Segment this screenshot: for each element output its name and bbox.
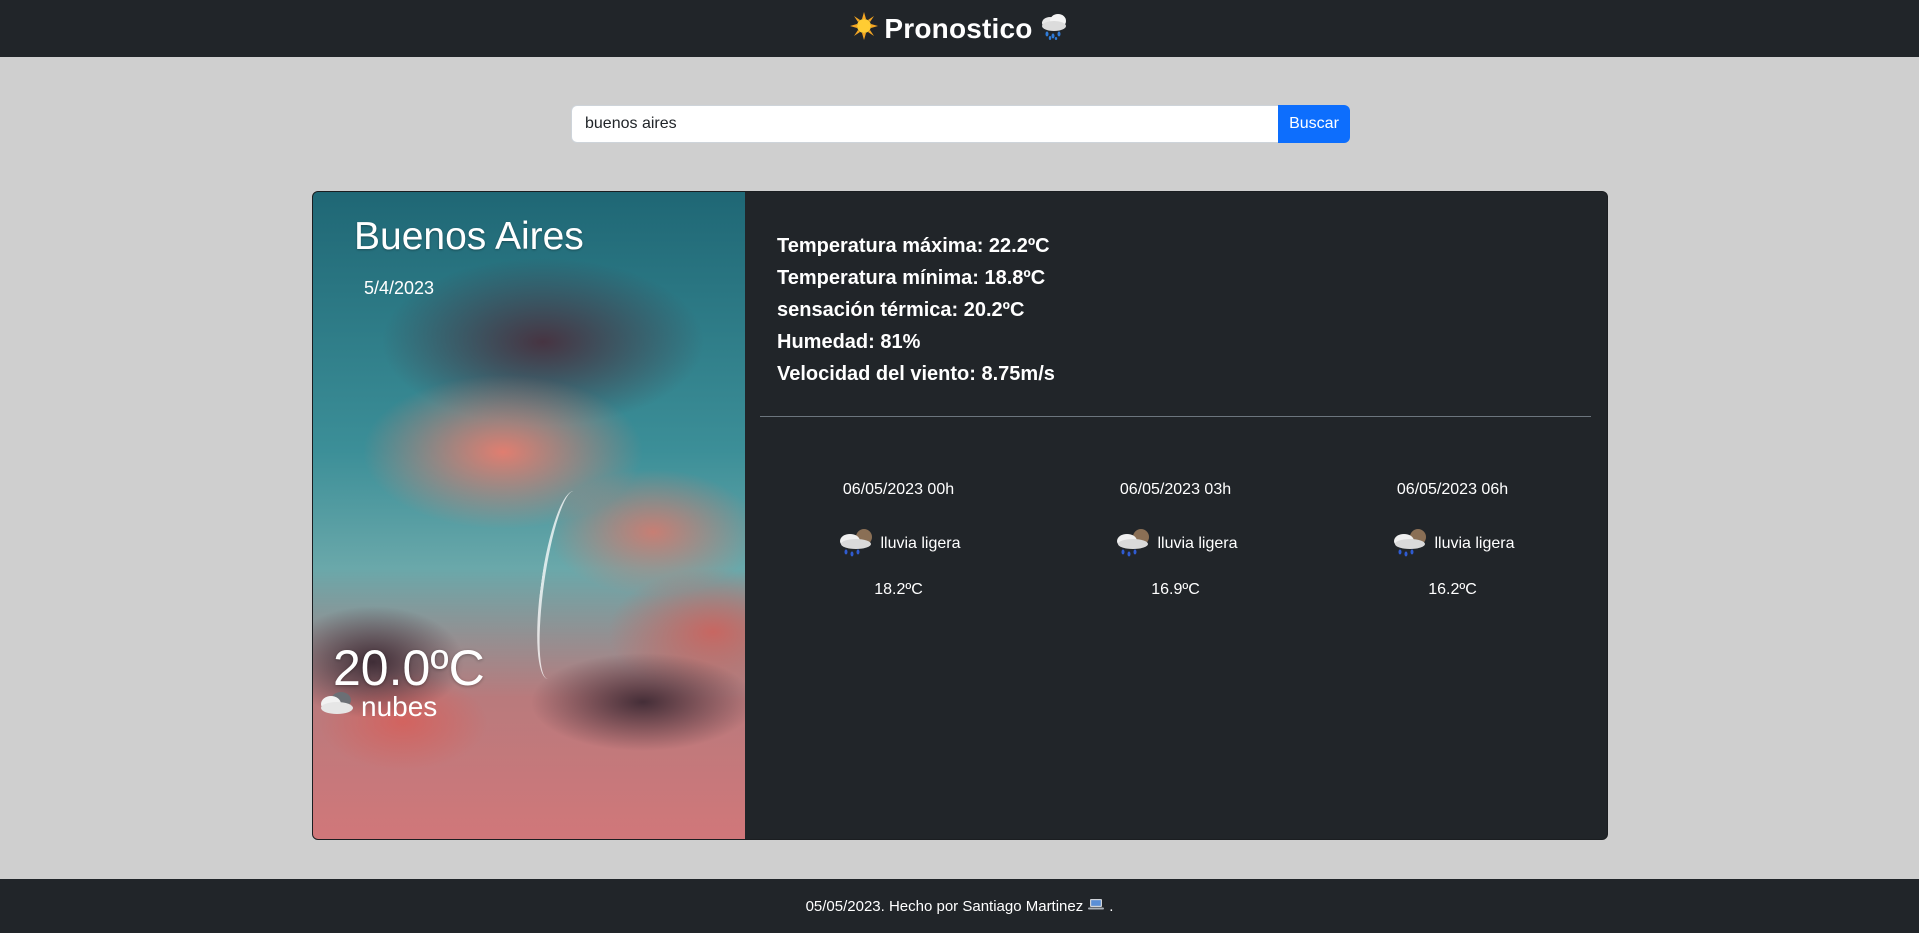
current-condition: nubes xyxy=(317,690,437,723)
current-date: 5/4/2023 xyxy=(364,278,435,298)
wind-speed: Velocidad del viento: 8.75m/s xyxy=(777,363,1055,385)
footer-end: . xyxy=(1109,897,1114,915)
search-bar: Buscar xyxy=(571,105,1350,143)
light-rain-icon xyxy=(836,527,876,562)
humidity: Humedad: 81% xyxy=(777,331,921,353)
forecast-temperature: 16.9ºC xyxy=(1151,581,1200,598)
feels-like: sensación térmica: 20.2ºC xyxy=(777,299,1025,321)
forecast-list: 06/05/2023 00h lluvia ligera 18.2ºC 06/0… xyxy=(760,480,1591,620)
forecast-temperature: 16.2ºC xyxy=(1428,581,1477,598)
forecast-item: 06/05/2023 00h lluvia ligera 18.2ºC xyxy=(760,480,1037,620)
forecast-time: 06/05/2023 06h xyxy=(1396,481,1509,498)
rain-cloud-icon xyxy=(1039,12,1069,45)
forecast-temperature: 18.2ºC xyxy=(874,581,923,598)
forecast-condition: lluvia ligera xyxy=(1113,527,1238,562)
current-condition-label: nubes xyxy=(361,690,438,722)
weather-card: Buenos Aires 5/4/2023 20.0ºC nubes Tempe… xyxy=(312,191,1608,840)
forecast-item: 06/05/2023 03h lluvia ligera 16.9ºC xyxy=(1037,480,1314,620)
divider xyxy=(760,416,1591,417)
footer: 05/05/2023. Hecho por Santiago Martinez … xyxy=(0,879,1919,933)
forecast-condition: lluvia ligera xyxy=(1390,527,1515,562)
forecast-time: 06/05/2023 03h xyxy=(1119,481,1232,498)
forecast-item: 06/05/2023 06h lluvia ligera 16.2ºC xyxy=(1314,480,1591,620)
city-name: Buenos Aires xyxy=(354,215,584,258)
laptop-icon xyxy=(1087,897,1105,915)
search-button[interactable]: Buscar xyxy=(1278,105,1350,143)
light-rain-icon xyxy=(1390,527,1430,562)
forecast-condition-label: lluvia ligera xyxy=(1157,535,1238,552)
footer-text: 05/05/2023. Hecho por Santiago Martinez xyxy=(805,897,1084,915)
forecast-time: 06/05/2023 00h xyxy=(842,481,955,498)
app-title: Pronostico xyxy=(884,12,1033,44)
cloud-icon xyxy=(317,690,355,723)
navbar: Pronostico xyxy=(0,0,1919,57)
search-input[interactable] xyxy=(571,105,1278,143)
min-temperature: Temperatura mínima: 18.8ºC xyxy=(777,267,1046,289)
forecast-condition: lluvia ligera xyxy=(836,527,961,562)
light-rain-icon xyxy=(1113,527,1153,562)
forecast-condition-label: lluvia ligera xyxy=(880,535,961,552)
sun-icon xyxy=(850,12,879,45)
forecast-condition-label: lluvia ligera xyxy=(1434,535,1515,552)
max-temperature: Temperatura máxima: 22.2ºC xyxy=(777,235,1050,257)
contrail-decoration xyxy=(527,488,595,682)
weather-details: Temperatura máxima: 22.2ºC Temperatura m… xyxy=(777,230,1277,390)
city-image: Buenos Aires 5/4/2023 20.0ºC nubes xyxy=(313,192,745,839)
current-temperature: 20.0ºC xyxy=(333,640,485,696)
